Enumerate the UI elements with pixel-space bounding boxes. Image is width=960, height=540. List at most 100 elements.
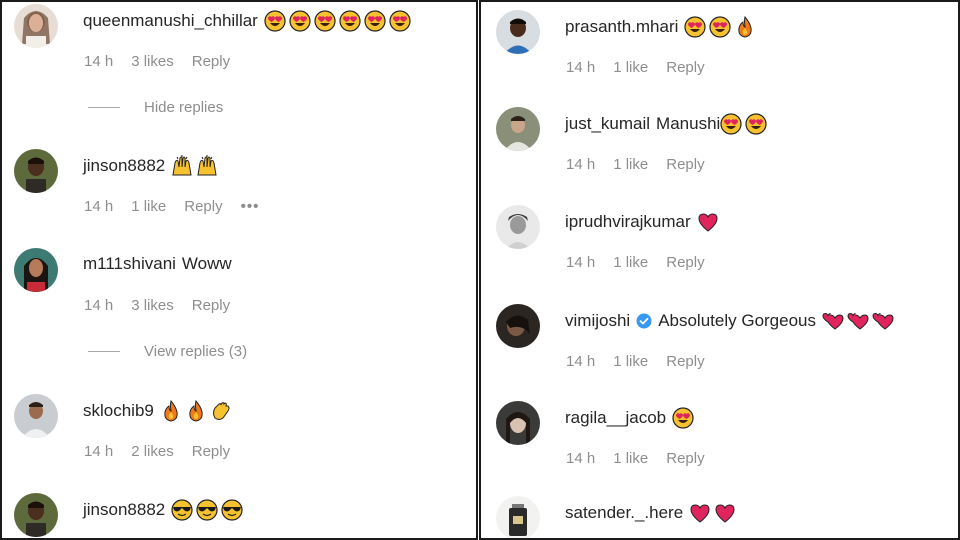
reply-button[interactable]: Reply [666,156,704,173]
heart-eyes-emoji-icon [745,113,767,135]
sunglasses-emoji-icon [196,499,218,521]
like-count[interactable]: 3 likes [131,297,174,314]
avatar[interactable] [14,493,58,537]
comment-meta: 14 h 1 like Reply [566,450,723,467]
username[interactable]: vimijoshi [565,311,630,331]
like-count[interactable]: 1 like [613,59,648,76]
reply-button[interactable]: Reply [184,198,222,215]
comment-meta: 14 h 1 like Reply ••• [84,198,277,215]
heart-eyes-emoji-icon [684,16,706,38]
heart-eyes-emoji-icon [720,113,742,135]
username[interactable]: jinson8882 [83,500,165,520]
comment-meta: 14 h 1 like Reply [566,254,723,271]
heart-eyes-emoji-icon [709,16,731,38]
sunglasses-emoji-icon [221,499,243,521]
avatar[interactable] [496,107,540,151]
avatar[interactable] [496,205,540,249]
heart-eyes-emoji-icon [314,10,336,32]
timestamp: 14 h [84,53,114,70]
emoji-group [720,113,767,135]
fire-emoji-icon [734,16,756,38]
timestamp: 14 h [84,297,114,314]
heart-eyes-emoji-icon [364,10,386,32]
avatar[interactable] [496,304,540,348]
emoji-group [171,499,243,521]
username[interactable]: just_kumail [565,114,650,134]
timestamp: 14 h [84,198,114,215]
more-options-icon[interactable]: ••• [241,198,260,215]
avatar[interactable] [496,10,540,54]
like-count[interactable]: 1 like [613,156,648,173]
comment-meta: 14 h 3 likes Reply [84,297,248,314]
comment-line: m111shivani Woww [83,254,232,274]
avatar[interactable] [14,394,58,438]
username[interactable]: iprudhvirajkumar [565,212,691,232]
emoji-group [689,502,736,524]
like-count[interactable]: 1 like [613,353,648,370]
emoji-group [697,211,719,233]
comment-line: just_kumail Manushi [565,113,767,135]
hide-replies-button[interactable]: Hide replies [88,99,223,116]
username[interactable]: prasanth.mhari [565,17,678,37]
reply-button[interactable]: Reply [666,254,704,271]
view-replies-label: View replies (3) [144,343,248,360]
avatar[interactable] [14,4,58,48]
reply-button[interactable]: Reply [666,59,704,76]
username[interactable]: sklochib9 [83,401,154,421]
reply-button[interactable]: Reply [192,297,230,314]
avatar[interactable] [14,248,58,292]
avatar[interactable] [496,401,540,445]
sunglasses-emoji-icon [171,499,193,521]
like-count[interactable]: 3 likes [131,53,174,70]
comment-line: satender._.here [565,502,736,524]
revolving-hearts-emoji-icon [872,310,894,332]
red-heart-emoji-icon [689,502,711,524]
username[interactable]: m111shivani [83,254,176,274]
comment-item: jinson8882 14 h 1 like Reply ••• [2,149,476,219]
comment-text: Woww [181,254,232,273]
like-count[interactable]: 2 likes [131,443,174,460]
comment-item: jinson8882 [2,493,476,538]
reply-button[interactable]: Reply [192,53,230,70]
comment-item: satender._.here [481,496,958,538]
emoji-group [684,16,756,38]
verified-badge-icon [636,313,652,329]
heart-eyes-emoji-icon [339,10,361,32]
reply-button[interactable]: Reply [666,450,704,467]
comment-item: sklochib9 14 h 2 likes Reply [2,394,476,464]
username[interactable]: queenmanushi_chhillar [83,11,258,31]
reply-button[interactable]: Reply [666,353,704,370]
comment-line: jinson8882 [83,499,243,521]
username[interactable]: satender._.here [565,503,683,523]
hide-replies-label: Hide replies [144,99,224,116]
heart-eyes-emoji-icon [672,407,694,429]
comment-item: just_kumail Manushi 14 h 1 like Reply [481,107,958,177]
revolving-hearts-emoji-icon [847,310,869,332]
timestamp: 14 h [566,353,596,370]
like-count[interactable]: 1 like [613,450,648,467]
timestamp: 14 h [84,443,114,460]
username[interactable]: ragila__jacob [565,408,666,428]
emoji-group [160,400,232,422]
comment-item: prasanth.mhari 14 h 1 like Reply [481,10,958,80]
like-count[interactable]: 1 like [613,254,648,271]
avatar[interactable] [496,496,540,538]
red-heart-emoji-icon [714,502,736,524]
username[interactable]: jinson8882 [83,156,165,176]
like-count[interactable]: 1 like [131,198,166,215]
comment-item: ragila__jacob 14 h 1 like Reply [481,401,958,471]
divider [88,107,120,108]
heart-eyes-emoji-icon [289,10,311,32]
red-heart-emoji-icon [697,211,719,233]
comment-item: iprudhvirajkumar 14 h 1 like Reply [481,205,958,275]
comment-item: queenmanushi_chhillar 14 h 3 likes Reply [2,4,476,74]
comment-item: m111shivani Woww 14 h 3 likes Reply [2,248,476,318]
comment-line: iprudhvirajkumar [565,211,719,233]
view-replies-button[interactable]: View replies (3) [88,343,247,360]
avatar[interactable] [14,149,58,193]
comment-line: ragila__jacob [565,407,694,429]
timestamp: 14 h [566,254,596,271]
comment-meta: 14 h 1 like Reply [566,156,723,173]
heart-eyes-emoji-icon [389,10,411,32]
reply-button[interactable]: Reply [192,443,230,460]
